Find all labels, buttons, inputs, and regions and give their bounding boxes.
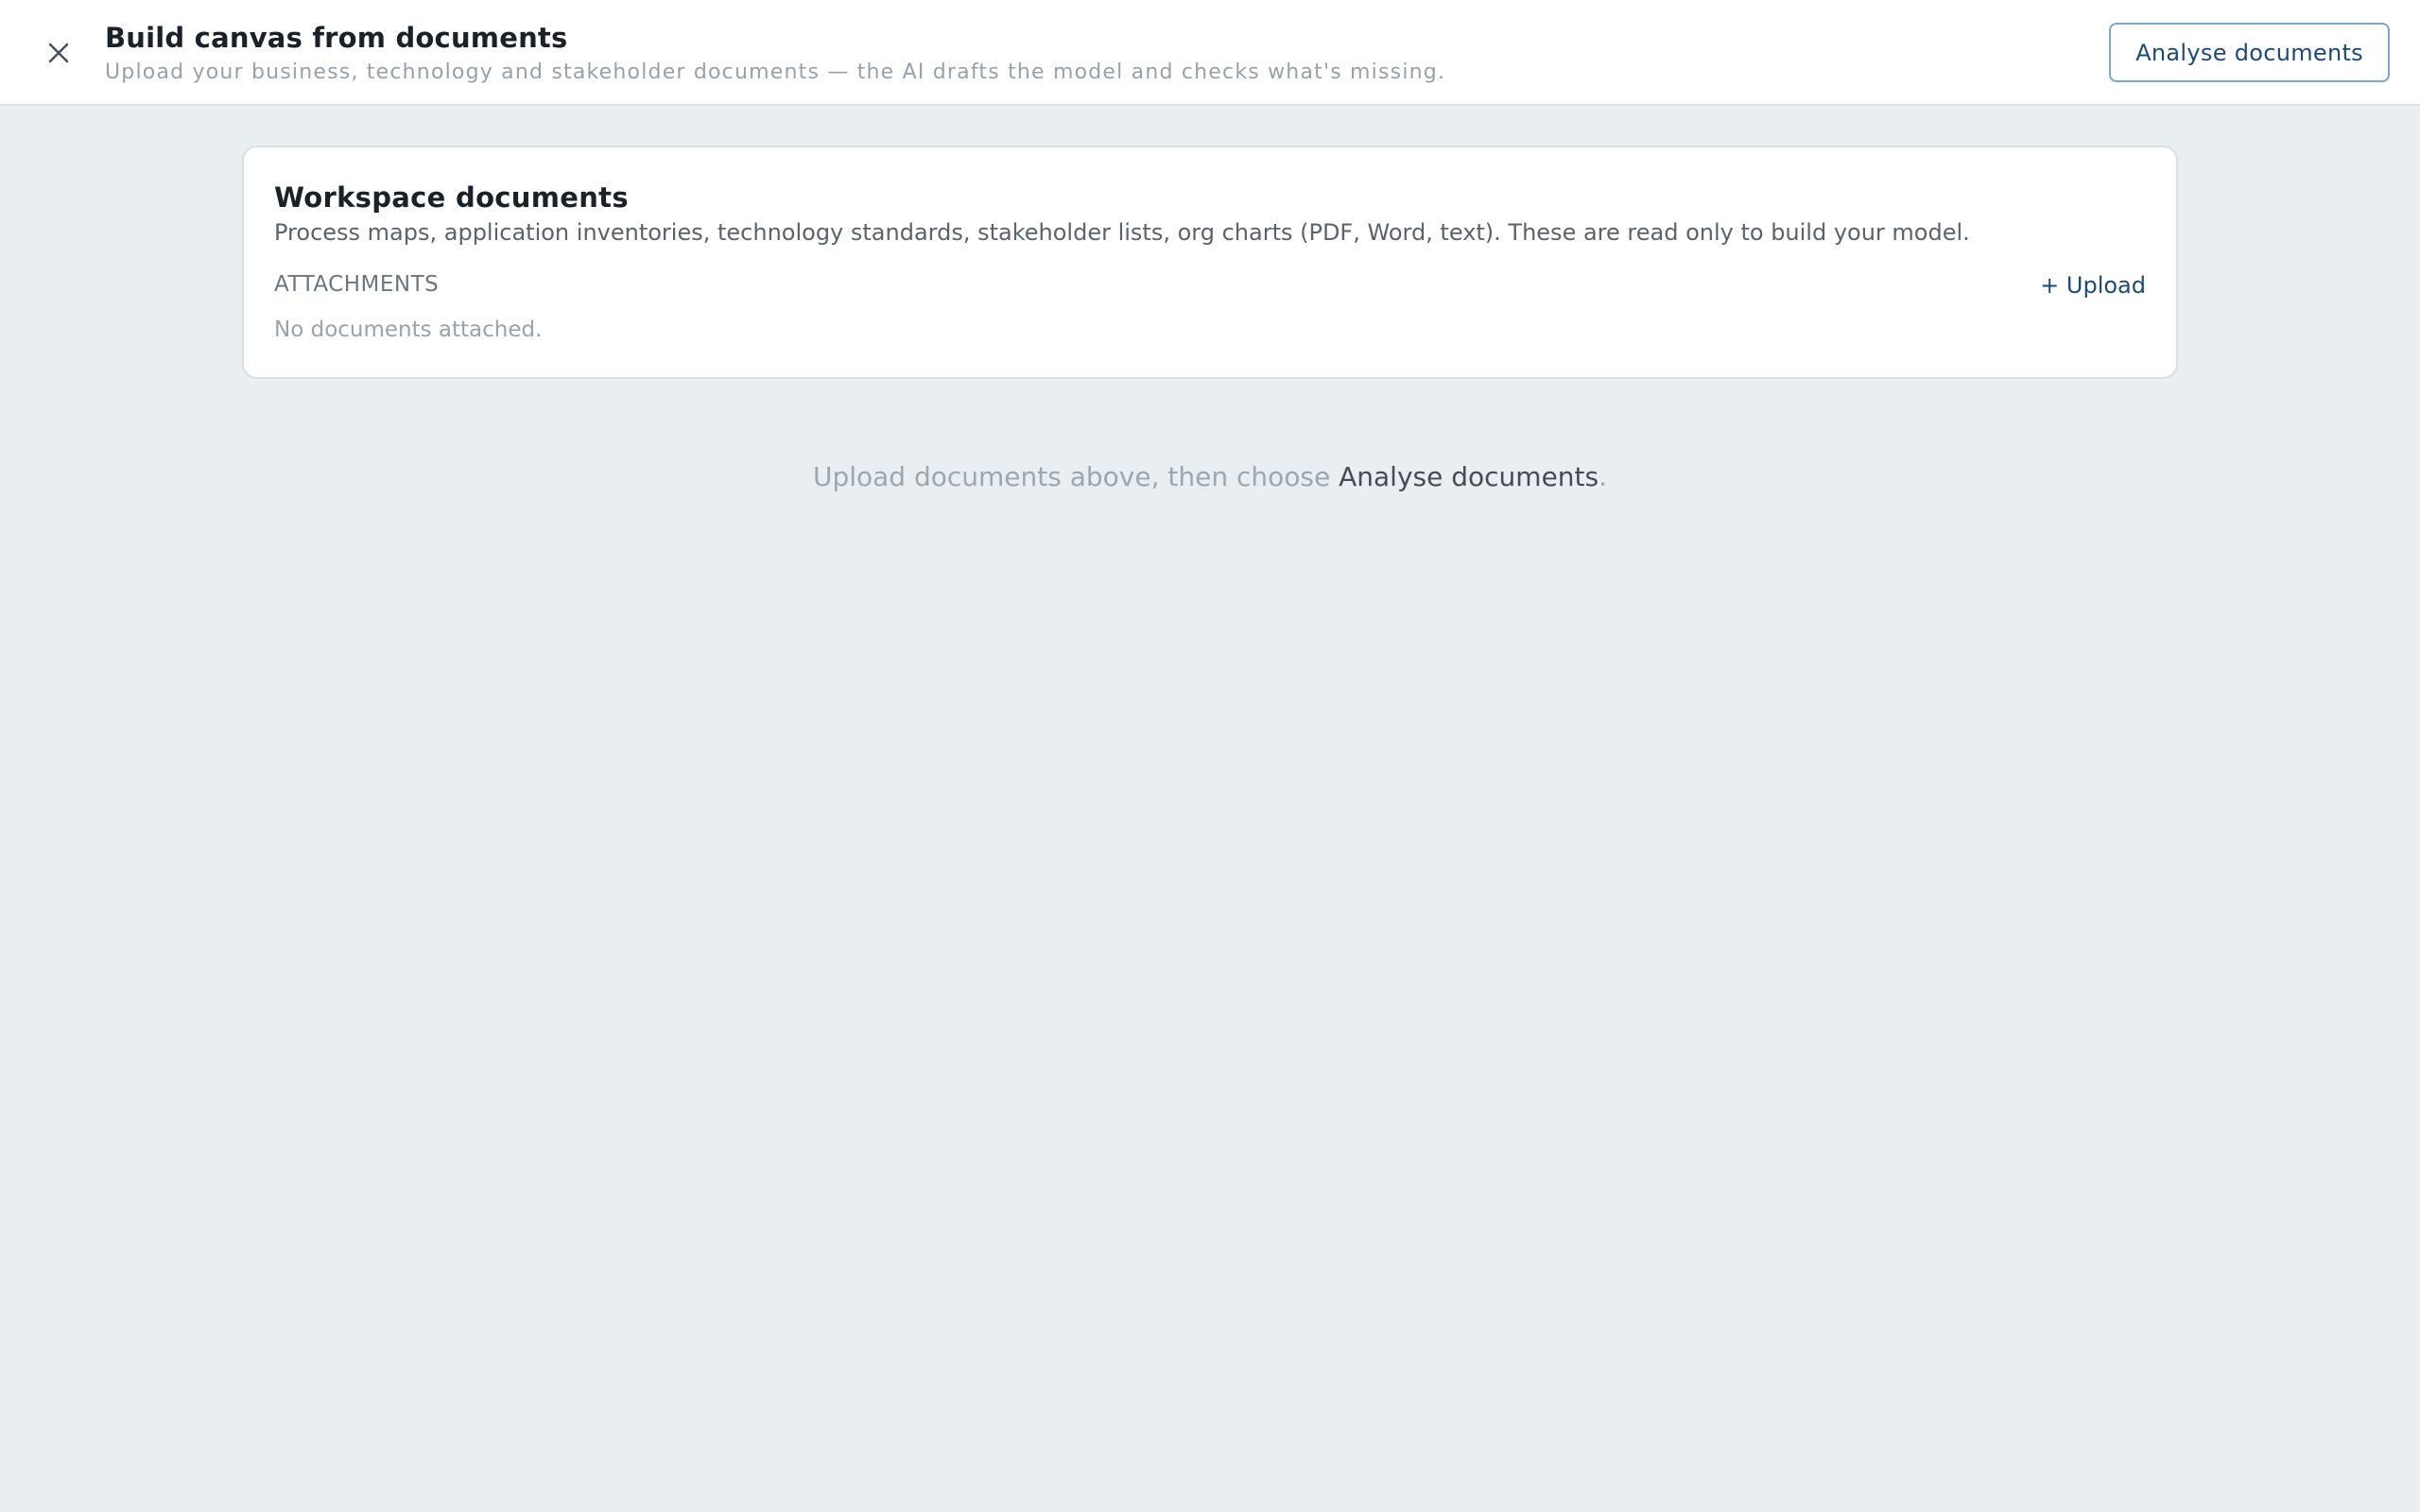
close-icon[interactable] <box>46 41 71 65</box>
empty-state-hint: Upload documents above, then choose Anal… <box>0 461 2420 492</box>
analyse-documents-button[interactable]: Analyse documents <box>2109 23 2390 82</box>
card-description: Process maps, application inventories, t… <box>274 219 1970 246</box>
top-bar: Build canvas from documents Upload your … <box>0 0 2420 106</box>
hint-emphasis: Analyse documents <box>1339 461 1599 492</box>
empty-attachments-text: No documents attached. <box>274 318 543 342</box>
page-title: Build canvas from documents <box>105 22 568 54</box>
attachments-label: ATTACHMENTS <box>274 272 440 297</box>
title-block: Build canvas from documents Upload your … <box>105 19 1445 87</box>
page-subtitle: Upload your business, technology and sta… <box>105 60 1446 84</box>
card-title: Workspace documents <box>274 181 629 214</box>
workspace-documents-card: Workspace documents Process maps, applic… <box>242 146 2178 379</box>
hint-text: Upload documents above, then choose <box>812 461 1340 492</box>
upload-button[interactable]: + Upload <box>2040 272 2146 299</box>
close-button[interactable] <box>38 32 79 74</box>
hint-end: . <box>1599 461 1608 492</box>
